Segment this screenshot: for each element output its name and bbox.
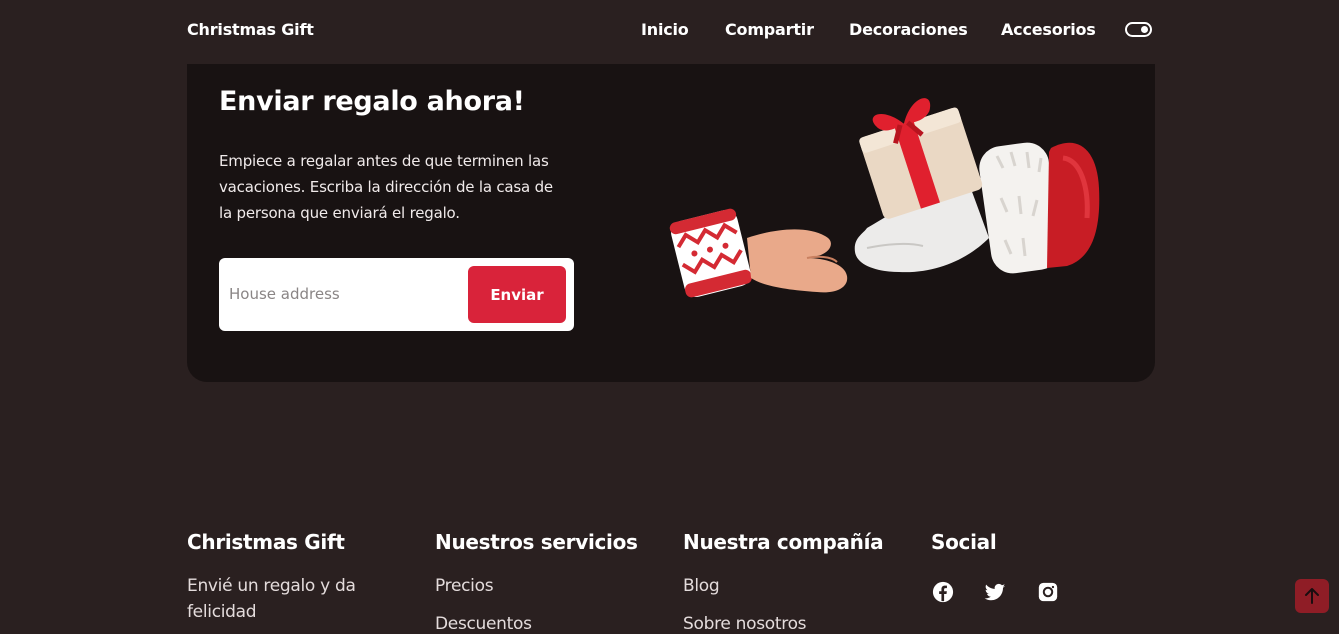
instagram-icon[interactable]	[1037, 581, 1059, 603]
scroll-top-button[interactable]	[1295, 579, 1329, 613]
site-header: Christmas Gift Inicio Compartir Decoraci…	[0, 0, 1339, 64]
footer-link-precios[interactable]: Precios	[435, 576, 494, 596]
footer-link-descuentos[interactable]: Descuentos	[435, 614, 532, 634]
footer-brand-title: Christmas Gift	[187, 530, 345, 554]
twitter-icon[interactable]	[984, 581, 1006, 603]
footer-company-title: Nuestra compañía	[683, 530, 884, 554]
theme-toggle-icon[interactable]	[1125, 22, 1152, 37]
footer-social-title: Social	[931, 530, 997, 554]
footer-link-blog[interactable]: Blog	[683, 576, 720, 596]
footer-link-sobre-nosotros[interactable]: Sobre nosotros	[683, 614, 807, 634]
nav-item-accesorios[interactable]: Accesorios	[1001, 20, 1096, 39]
footer-brand-text: Envié un regalo y da felicidad	[187, 576, 356, 622]
site-logo[interactable]: Christmas Gift	[187, 20, 314, 39]
nav-item-decoraciones[interactable]: Decoraciones	[849, 20, 968, 39]
send-description: Empiece a regalar antes de que terminen …	[219, 152, 553, 222]
nav-item-compartir[interactable]: Compartir	[725, 20, 814, 39]
arrow-up-icon	[1305, 588, 1319, 604]
send-gift-section: Enviar regalo ahora! Empiece a regalar a…	[187, 64, 1155, 382]
footer-services-title: Nuestros servicios	[435, 530, 638, 554]
send-title: Enviar regalo ahora!	[219, 86, 525, 117]
facebook-icon[interactable]	[932, 581, 954, 603]
nav-item-inicio[interactable]: Inicio	[641, 20, 689, 39]
footer-company-column: Nuestra compañía Blog Sobre nosotros	[683, 530, 884, 634]
footer-brand-column: Christmas Gift Envié un regalo y da feli…	[187, 530, 356, 622]
footer-services-column: Nuestros servicios Precios Descuentos	[435, 530, 638, 634]
send-form: Enviar	[219, 258, 574, 331]
footer-social-column: Social	[931, 530, 1058, 603]
send-button[interactable]: Enviar	[468, 266, 566, 323]
toggle-knob	[1141, 26, 1148, 33]
house-address-input[interactable]	[229, 276, 454, 312]
gift-handover-illustration	[669, 98, 1100, 298]
